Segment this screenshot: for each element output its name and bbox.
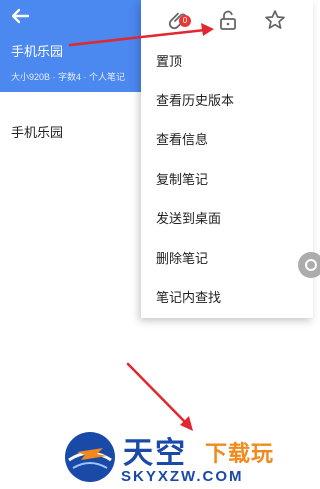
menu-item-info[interactable]: 查看信息 (141, 121, 313, 159)
menu-item-send-to-desktop[interactable]: 发送到桌面 (141, 200, 313, 238)
star-icon[interactable] (263, 8, 287, 32)
watermark-brand-cn-secondary: 下载玩 (205, 442, 275, 467)
attachment-count-badge: 0 (179, 15, 191, 27)
unlock-icon[interactable] (216, 8, 240, 32)
menu-item-find-in-note[interactable]: 笔记内查找 (141, 279, 313, 317)
watermark-brand-cn: 天空 (123, 436, 187, 471)
back-arrow-icon[interactable] (8, 4, 32, 28)
watermark-brand-en: SKYXZW.COM (121, 468, 244, 485)
site-watermark-logo: 天空 下载玩 SKYXZW.COM (63, 428, 313, 486)
menu-toolbar: 0 (141, 0, 313, 40)
overflow-menu: 0 置顶 查看历史版本 查看信息 复制笔记 发送到桌面 删除笔记 笔记内查找 (141, 0, 313, 318)
note-body-text[interactable]: 手机乐园 (11, 122, 63, 141)
floating-handle-dot-icon (305, 259, 317, 271)
annotation-arrow-bottom (126, 362, 193, 431)
note-title: 手机乐园 (11, 44, 64, 59)
menu-item-copy[interactable]: 复制笔记 (141, 161, 313, 199)
menu-item-history[interactable]: 查看历史版本 (141, 82, 313, 120)
menu-item-pin[interactable]: 置顶 (141, 43, 313, 81)
globe-plane-icon (65, 432, 115, 482)
menu-item-delete[interactable]: 删除笔记 (141, 240, 313, 278)
note-meta: 大小920B · 字数4 · 个人笔记 (11, 72, 126, 82)
